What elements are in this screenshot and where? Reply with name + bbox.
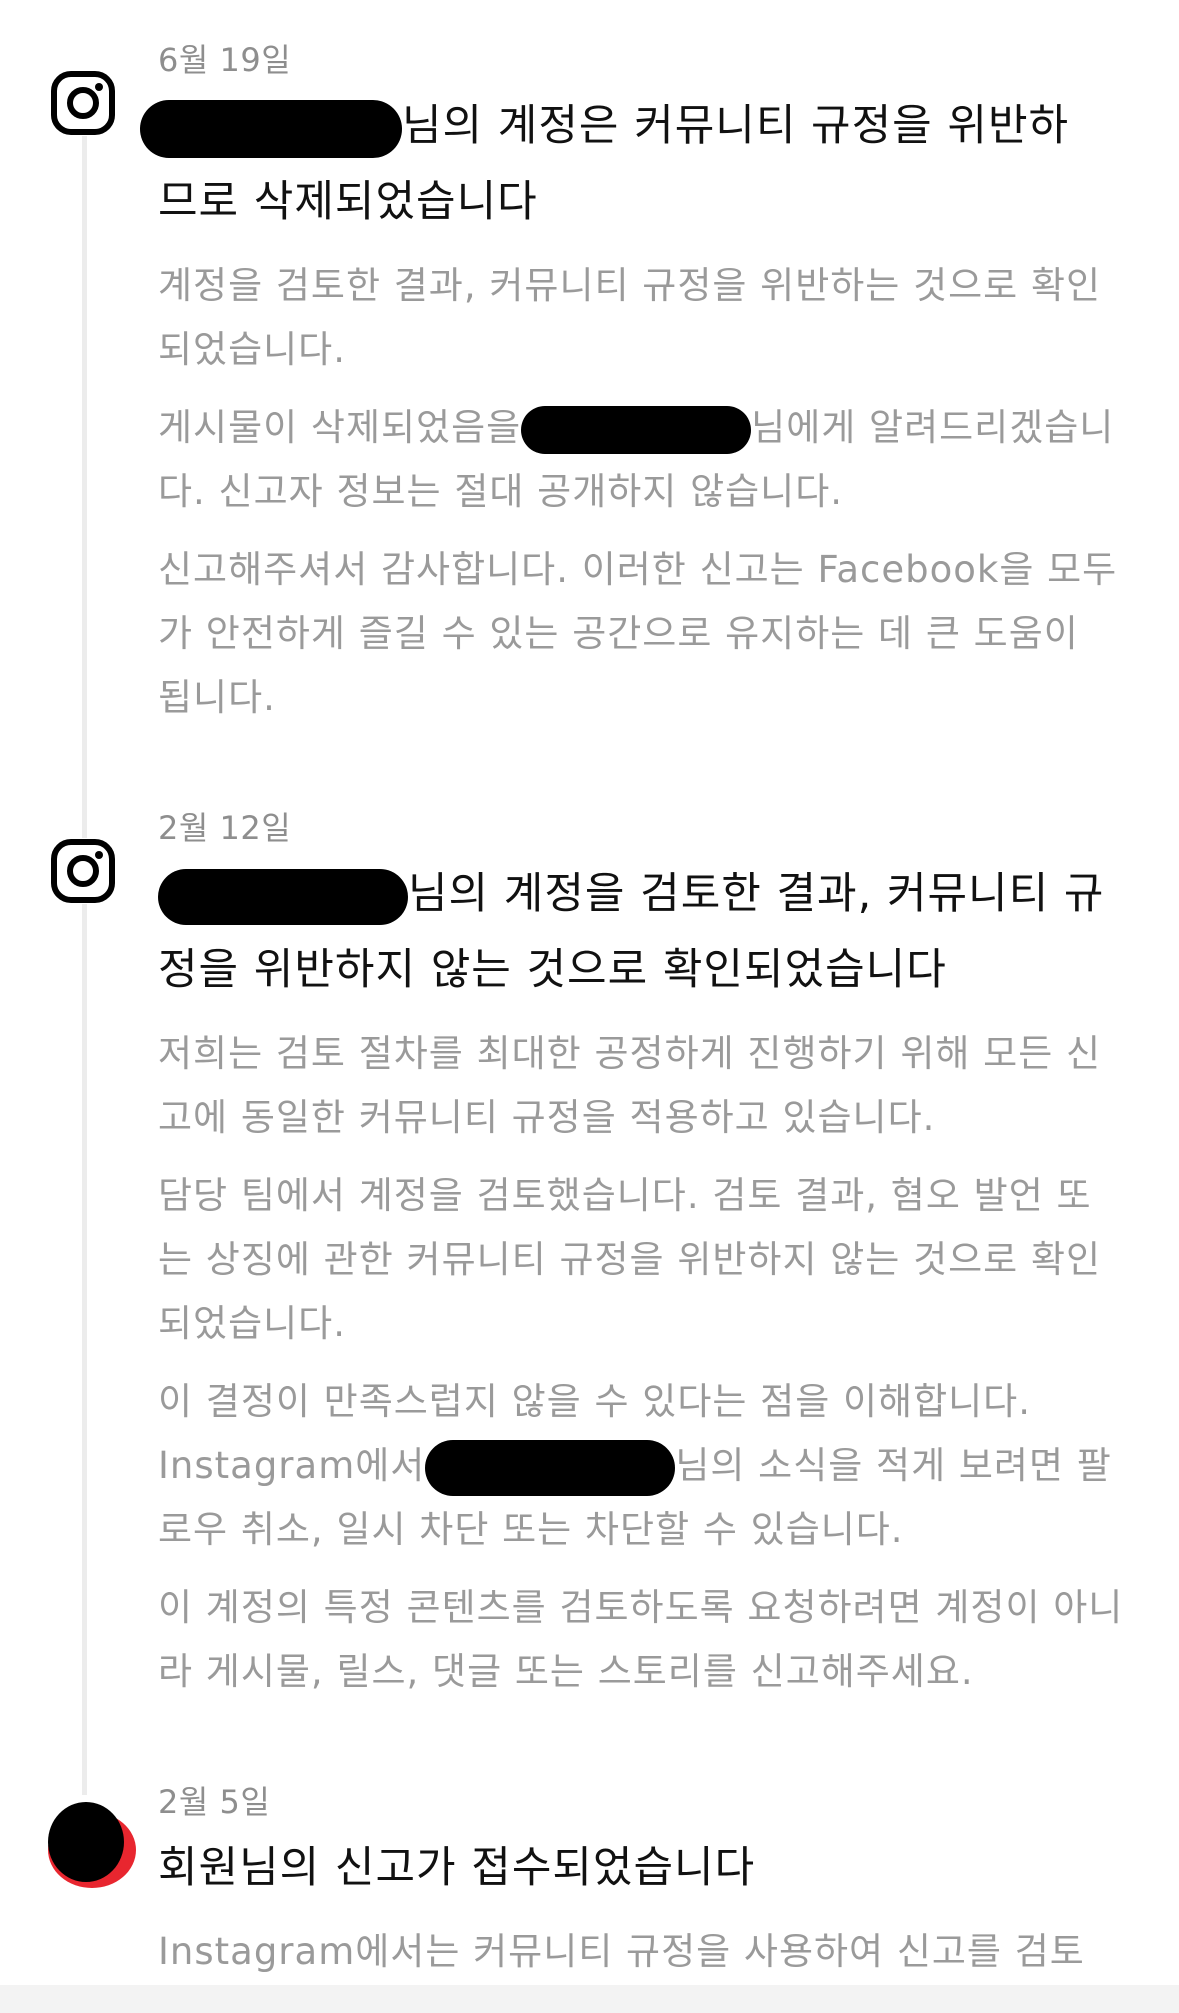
title-text: 님의 계정을 검토한 결과, 커뮤니티 규 [408, 869, 1105, 919]
redacted-username [521, 405, 752, 454]
body-text: 이 결정이 만족스럽지 않을 수 있다는 점을 이해합니다. [158, 1380, 1031, 1423]
notification-body-paragraph: 신고해주셔서 감사합니다. 이러한 신고는 Facebook을 모두가 안전하게… [158, 548, 1118, 719]
notification-title: 회원님의 신고가 접수되었습니다 [158, 1843, 756, 1893]
notification-body-paragraph: 저희는 검토 절차를 최대한 공정하게 진행하기 위해 모든 신고에 동일한 커… [158, 1032, 1102, 1139]
notification-body-paragraph: 계정을 검토한 결과, 커뮤니티 규정을 위반하는 것으로 확인되었습니다. [158, 264, 1102, 371]
title-text-line2: 므로 삭제되었습니다 [158, 177, 538, 227]
redacted-username [425, 1439, 676, 1496]
timeline-line [82, 125, 87, 1795]
notification-title: 님의 계정은 커뮤니티 규정을 위반하 므로 삭제되었습니다 [140, 88, 1126, 240]
notification-body-paragraph: 게시물이 삭제되었음을 님에게 알려드리겠습니다. 신고자 정보는 절대 공개하지… [158, 396, 1126, 524]
notification-date: 2월 12일 [158, 809, 292, 847]
notification-body-paragraph: Instagram에서는 커뮤니티 규정을 사용하여 신고를 검토 [158, 1930, 1085, 1973]
instagram-icon [50, 838, 116, 904]
body-text: 게시물이 삭제되었음을 [158, 406, 522, 449]
notification-date: 6월 19일 [158, 41, 292, 79]
redacted-username [140, 99, 402, 158]
notification-body-paragraph: 이 계정의 특정 콘텐츠를 검토하도록 요청하려면 계정이 아니라 게시물, 릴… [158, 1586, 1124, 1693]
notification-title: 님의 계정을 검토한 결과, 커뮤니티 규 정을 위반하지 않는 것으로 확인되… [158, 856, 1126, 1008]
body-text: Instagram에서 [158, 1444, 426, 1487]
notification-body-paragraph: 담당 팀에서 계정을 검토했습니다. 검토 결과, 혐오 발언 또는 상징에 관… [158, 1174, 1102, 1345]
title-text-line2: 정을 위반하지 않는 것으로 확인되었습니다 [158, 945, 947, 995]
notification-date: 2월 5일 [158, 1783, 271, 1821]
notification-body-paragraph: 이 결정이 만족스럽지 않을 수 있다는 점을 이해합니다. Instagram… [158, 1370, 1126, 1562]
title-text: 님의 계정은 커뮤니티 규정을 위반하 [402, 101, 1070, 151]
instagram-icon [50, 70, 116, 136]
bottom-edge [0, 1985, 1179, 2013]
redacted-username [158, 868, 408, 925]
avatar [40, 1792, 140, 1892]
